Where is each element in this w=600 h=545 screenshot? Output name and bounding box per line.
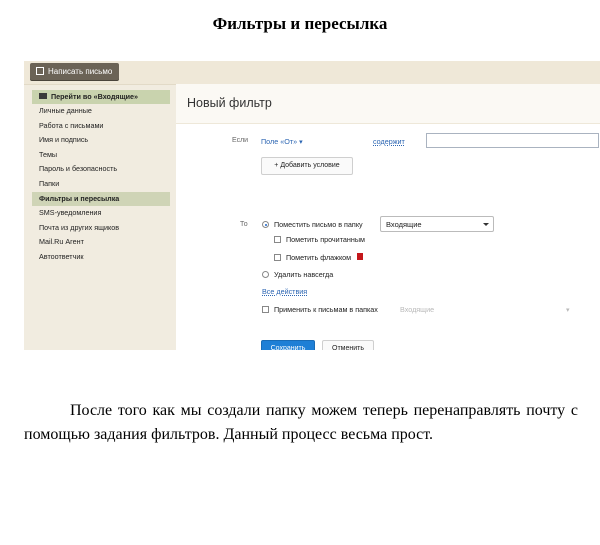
delete-forever-label: Удалить навсегда — [274, 270, 334, 279]
apply-existing-checkbox[interactable] — [262, 306, 269, 313]
sidebar-item-filters[interactable]: Фильтры и пересылка — [32, 191, 170, 207]
panel-header: Новый фильтр — [176, 84, 600, 124]
chevron-down-icon: ▾ — [299, 137, 303, 146]
sidebar-item-folders[interactable]: Папки — [32, 177, 170, 192]
mail-settings-screenshot: Написать письмо Перейти во «Входящие» Ли… — [24, 61, 600, 350]
body-paragraph: После того как мы создали папку можем те… — [24, 402, 578, 443]
mark-flag-label: Пометить флажком — [286, 253, 352, 262]
move-to-folder-radio[interactable] — [262, 221, 269, 228]
all-actions-link[interactable]: Все действия — [262, 287, 307, 296]
mark-flag-checkbox[interactable] — [274, 254, 281, 261]
sidebar-item-signature[interactable]: Имя и подпись — [32, 133, 170, 148]
apply-existing-label: Применить к письмам в папках — [274, 305, 378, 314]
mark-read-checkbox[interactable] — [274, 236, 281, 243]
document-title: Фильтры и пересылка — [212, 14, 388, 33]
move-to-folder-label: Поместить письмо в папку — [274, 220, 363, 229]
then-label: То — [240, 221, 248, 228]
top-toolbar: Написать письмо — [24, 61, 600, 85]
sidebar-item-personal[interactable]: Личные данные — [32, 104, 170, 119]
sidebar-item-collector[interactable]: Почта из других ящиков — [32, 221, 170, 236]
chevron-down-icon: ▾ — [566, 305, 570, 314]
compose-label: Написать письмо — [48, 67, 113, 76]
add-condition-button[interactable]: + Добавить условие — [261, 157, 353, 175]
field-select[interactable]: Поле «От» ▾ — [261, 137, 303, 146]
pencil-icon — [36, 67, 44, 75]
go-to-inbox-link[interactable]: Перейти во «Входящие» — [32, 90, 170, 104]
apply-folder-select[interactable]: Входящие — [400, 305, 434, 314]
page-title: Новый фильтр — [187, 96, 272, 110]
folder-select-value: Входящие — [386, 220, 422, 229]
mark-read-label: Пометить прочитанным — [286, 235, 365, 244]
delete-forever-radio[interactable] — [262, 271, 269, 278]
sidebar-item-agent[interactable]: Mail.Ru Агент — [32, 235, 170, 250]
sidebar-item-autoreply[interactable]: Автоответчик — [32, 250, 170, 265]
settings-sidebar: Перейти во «Входящие» Личные данные Рабо… — [32, 90, 170, 265]
sidebar-item-themes[interactable]: Темы — [32, 148, 170, 163]
condition-value-input[interactable] — [426, 133, 599, 148]
sidebar-item-mail-work[interactable]: Работа с письмами — [32, 119, 170, 134]
sidebar-item-security[interactable]: Пароль и безопасность — [32, 162, 170, 177]
go-to-inbox-label: Перейти во «Входящие» — [51, 92, 139, 101]
condition-select[interactable]: содержит — [373, 137, 405, 146]
new-filter-panel: Новый фильтр Если Поле «От» ▾ содержит +… — [176, 84, 600, 350]
cancel-button[interactable]: Отменить — [322, 340, 374, 350]
chevron-down-icon — [483, 223, 489, 226]
sidebar-item-sms[interactable]: SMS-уведомления — [32, 206, 170, 221]
flag-icon — [357, 253, 363, 260]
compose-button[interactable]: Написать письмо — [30, 63, 120, 80]
envelope-icon — [39, 93, 47, 99]
field-select-label: Поле «От» — [261, 137, 298, 146]
folder-select[interactable]: Входящие — [380, 216, 494, 232]
save-button[interactable]: Сохранить — [261, 340, 315, 350]
if-label: Если — [232, 137, 249, 144]
